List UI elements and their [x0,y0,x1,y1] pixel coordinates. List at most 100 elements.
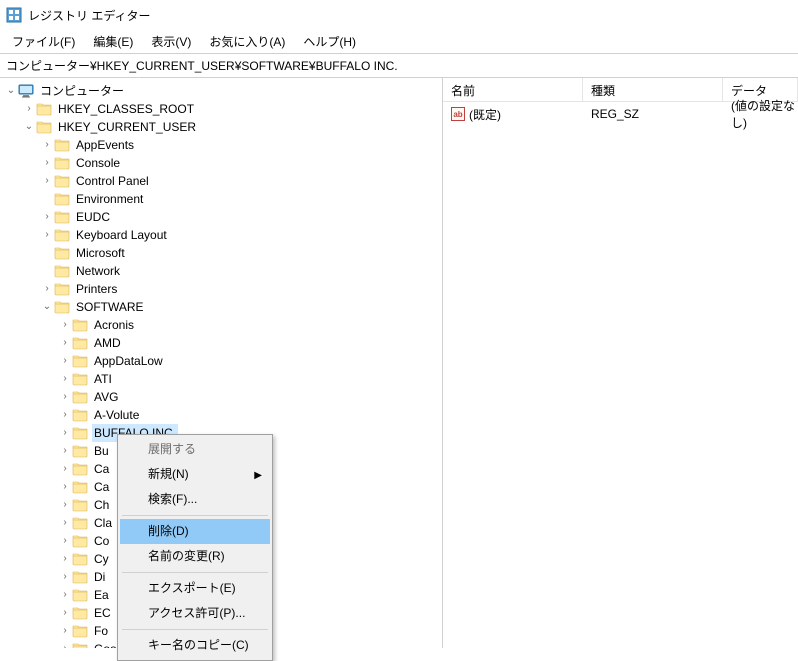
expand-icon[interactable]: › [58,568,72,586]
tree-key[interactable]: ›Console [0,154,442,172]
folder-icon [72,353,88,369]
ctx-new[interactable]: 新規(N)▶ [120,462,270,487]
menu-edit[interactable]: 編集(E) [85,30,141,53]
folder-icon [72,335,88,351]
ctx-separator [122,629,268,630]
folder-icon [54,173,70,189]
ctx-delete[interactable]: 削除(D) [120,519,270,544]
ctx-rename[interactable]: 名前の変更(R) [120,544,270,569]
folder-icon [72,371,88,387]
expand-icon[interactable]: › [58,442,72,460]
expand-icon[interactable]: › [58,406,72,424]
tree-hive-currentuser[interactable]: ⌄ HKEY_CURRENT_USER [0,118,442,136]
tree-key[interactable]: ›Environment [0,190,442,208]
menubar: ファイル(F) 編集(E) 表示(V) お気に入り(A) ヘルプ(H) [0,30,798,54]
folder-icon [72,605,88,621]
menu-help[interactable]: ヘルプ(H) [295,30,364,53]
ctx-separator [122,572,268,573]
address-bar[interactable]: コンピューター¥HKEY_CURRENT_USER¥SOFTWARE¥BUFFA… [0,54,798,78]
value-row[interactable]: ab (既定) REG_SZ (値の設定なし) [443,102,798,126]
tree-key[interactable]: ›AVG [0,388,442,406]
expand-icon[interactable]: › [58,460,72,478]
expand-icon[interactable]: › [58,370,72,388]
expand-icon[interactable]: › [40,208,54,226]
value-data-cell: (値の設定なし) [723,97,798,131]
tree-key[interactable]: ›EUDC [0,208,442,226]
ctx-separator [122,515,268,516]
ctx-copy-keyname[interactable]: キー名のコピー(C) [120,633,270,658]
expand-icon[interactable]: ⌄ [4,82,18,100]
ctx-expand[interactable]: 展開する [120,437,270,462]
menu-view[interactable]: 表示(V) [143,30,199,53]
tree-key[interactable]: ›AppDataLow [0,352,442,370]
folder-icon [54,299,70,315]
tree-root[interactable]: ⌄ コンピューター [0,82,442,100]
menu-fav[interactable]: お気に入り(A) [201,30,293,53]
tree-key[interactable]: ›Printers [0,280,442,298]
col-name[interactable]: 名前 [443,78,583,101]
window-title: レジストリ エディター [28,7,151,24]
expand-icon[interactable]: › [58,352,72,370]
expand-icon[interactable]: ⌄ [40,298,54,316]
tree-key[interactable]: ›AppEvents [0,136,442,154]
tree-key-software[interactable]: ⌄SOFTWARE [0,298,442,316]
ctx-permissions[interactable]: アクセス許可(P)... [120,601,270,626]
value-type-cell: REG_SZ [583,107,723,121]
expand-icon[interactable]: › [58,514,72,532]
tree-key[interactable]: ›A-Volute [0,406,442,424]
expand-icon[interactable]: › [58,586,72,604]
expand-icon[interactable]: › [40,226,54,244]
regedit-icon [6,7,22,23]
folder-icon [54,263,70,279]
expand-icon[interactable]: › [40,154,54,172]
address-text: コンピューター¥HKEY_CURRENT_USER¥SOFTWARE¥BUFFA… [6,57,398,74]
menu-file[interactable]: ファイル(F) [4,30,83,53]
folder-icon [72,479,88,495]
folder-icon [54,209,70,225]
folder-icon [54,155,70,171]
tree-key[interactable]: ›Control Panel [0,172,442,190]
expand-icon[interactable]: › [58,532,72,550]
folder-icon [72,407,88,423]
tree-key[interactable]: ›AMD [0,334,442,352]
expand-icon[interactable]: › [40,172,54,190]
expand-icon[interactable]: › [40,280,54,298]
expand-icon[interactable]: › [58,388,72,406]
expand-icon[interactable]: › [58,334,72,352]
submenu-arrow-icon: ▶ [254,468,262,483]
expand-icon[interactable]: › [58,640,72,648]
folder-icon [72,569,88,585]
ctx-export[interactable]: エクスポート(E) [120,576,270,601]
tree-hive-classes[interactable]: › HKEY_CLASSES_ROOT [0,100,442,118]
tree-key[interactable]: ›ATI [0,370,442,388]
expand-icon[interactable]: › [58,622,72,640]
folder-icon [72,515,88,531]
expand-icon[interactable]: › [58,550,72,568]
string-value-icon: ab [451,107,465,121]
tree-key[interactable]: ›Microsoft [0,244,442,262]
expand-icon[interactable]: › [58,496,72,514]
expand-icon[interactable]: ⌄ [22,118,36,136]
tree-key[interactable]: ›Network [0,262,442,280]
ctx-find[interactable]: 検索(F)... [120,487,270,512]
values-pane[interactable]: 名前 種類 データ ab (既定) REG_SZ (値の設定なし) [443,78,798,648]
folder-icon [72,587,88,603]
tree-key[interactable]: ›Keyboard Layout [0,226,442,244]
col-type[interactable]: 種類 [583,78,723,101]
computer-icon [18,83,34,99]
expand-icon[interactable]: › [58,478,72,496]
expand-icon[interactable]: › [58,424,72,442]
expand-icon[interactable]: › [40,136,54,154]
folder-icon [72,533,88,549]
context-menu: 展開する 新規(N)▶ 検索(F)... 削除(D) 名前の変更(R) エクスポ… [117,434,273,661]
folder-icon [72,461,88,477]
titlebar: レジストリ エディター [0,0,798,30]
expand-icon[interactable]: › [58,316,72,334]
expand-icon[interactable]: › [22,100,36,118]
folder-icon [54,245,70,261]
tree-key[interactable]: ›Acronis [0,316,442,334]
folder-icon [72,551,88,567]
expand-icon[interactable]: › [58,604,72,622]
folder-icon [72,623,88,639]
folder-icon [72,317,88,333]
